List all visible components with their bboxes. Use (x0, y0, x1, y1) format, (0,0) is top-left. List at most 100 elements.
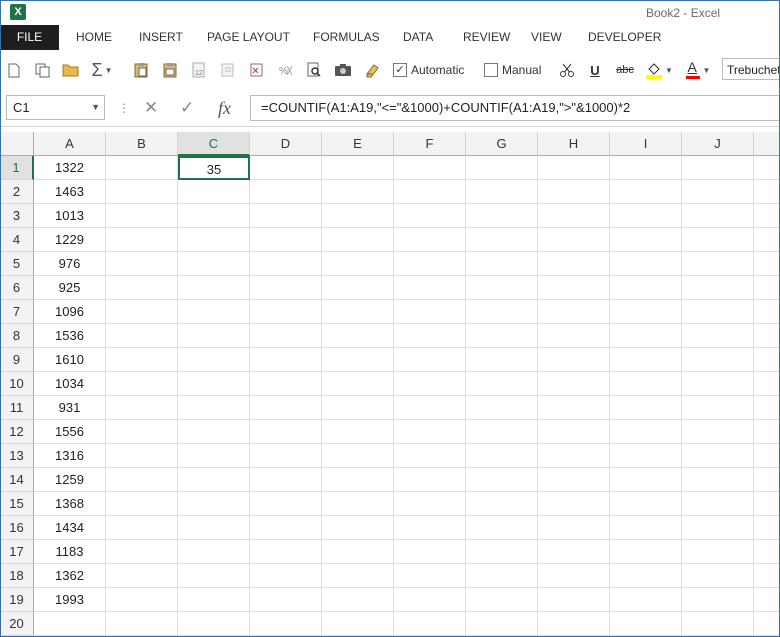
cell-a20[interactable] (34, 612, 106, 636)
cell-j17[interactable] (682, 540, 754, 564)
tab-page-layout[interactable]: PAGE LAYOUT (207, 25, 290, 50)
row-header-12[interactable]: 12 (0, 420, 34, 444)
open-folder-icon[interactable] (61, 61, 79, 79)
cell-b11[interactable] (106, 396, 178, 420)
column-header-c[interactable]: C (178, 132, 250, 156)
row-header-3[interactable]: 3 (0, 204, 34, 228)
cell-d2[interactable] (250, 180, 322, 204)
cell-i8[interactable] (610, 324, 682, 348)
cell-d12[interactable] (250, 420, 322, 444)
cell-h10[interactable] (538, 372, 610, 396)
cell-c20[interactable] (178, 612, 250, 636)
cell-g8[interactable] (466, 324, 538, 348)
row-header-6[interactable]: 6 (0, 276, 34, 300)
copy-icon[interactable] (33, 61, 51, 79)
cell-e7[interactable] (322, 300, 394, 324)
underline-icon[interactable]: U (586, 61, 604, 79)
cell-e6[interactable] (322, 276, 394, 300)
cell-k12[interactable] (754, 420, 780, 444)
column-header-a[interactable]: A (34, 132, 106, 156)
cell-h14[interactable] (538, 468, 610, 492)
row-header-14[interactable]: 14 (0, 468, 34, 492)
cell-k10[interactable] (754, 372, 780, 396)
formula-input[interactable]: =COUNTIF(A1:A19,"<="&1000)+COUNTIF(A1:A1… (250, 95, 780, 121)
cell-e1[interactable] (322, 156, 394, 180)
cell-c1[interactable]: 35 (178, 156, 250, 180)
cell-f5[interactable] (394, 252, 466, 276)
cell-h5[interactable] (538, 252, 610, 276)
cell-h18[interactable] (538, 564, 610, 588)
cell-i16[interactable] (610, 516, 682, 540)
cell-d19[interactable] (250, 588, 322, 612)
cell-c14[interactable] (178, 468, 250, 492)
cell-j15[interactable] (682, 492, 754, 516)
cell-i10[interactable] (610, 372, 682, 396)
row-header-20[interactable]: 20 (0, 612, 34, 636)
cell-g6[interactable] (466, 276, 538, 300)
row-header-7[interactable]: 7 (0, 300, 34, 324)
cell-j12[interactable] (682, 420, 754, 444)
cell-f3[interactable] (394, 204, 466, 228)
cell-b7[interactable] (106, 300, 178, 324)
cell-c3[interactable] (178, 204, 250, 228)
cell-d6[interactable] (250, 276, 322, 300)
cell-e12[interactable] (322, 420, 394, 444)
autosum-icon[interactable]: Σ ▼ (90, 60, 114, 80)
font-color-icon[interactable]: A ▼ (684, 59, 712, 79)
cell-e8[interactable] (322, 324, 394, 348)
row-header-10[interactable]: 10 (0, 372, 34, 396)
cell-f18[interactable] (394, 564, 466, 588)
row-header-19[interactable]: 19 (0, 588, 34, 612)
cell-i2[interactable] (610, 180, 682, 204)
tab-data[interactable]: DATA (403, 25, 433, 50)
cell-k9[interactable] (754, 348, 780, 372)
cell-i7[interactable] (610, 300, 682, 324)
cell-c6[interactable] (178, 276, 250, 300)
enter-icon[interactable]: ✓ (180, 96, 194, 120)
cell-d1[interactable] (250, 156, 322, 180)
cell-k18[interactable] (754, 564, 780, 588)
cell-f16[interactable] (394, 516, 466, 540)
cell-g15[interactable] (466, 492, 538, 516)
cell-k20[interactable] (754, 612, 780, 636)
cell-h17[interactable] (538, 540, 610, 564)
paste-icon[interactable] (132, 61, 150, 79)
column-header-partial[interactable] (754, 132, 780, 156)
row-header-1[interactable]: 1 (0, 156, 34, 180)
cell-h16[interactable] (538, 516, 610, 540)
cell-i11[interactable] (610, 396, 682, 420)
paste-values-icon[interactable] (161, 61, 179, 79)
cell-b4[interactable] (106, 228, 178, 252)
cell-f6[interactable] (394, 276, 466, 300)
fill-color-icon[interactable]: ▼ (645, 61, 673, 79)
cell-f4[interactable] (394, 228, 466, 252)
cell-c8[interactable] (178, 324, 250, 348)
select-all-corner[interactable] (0, 132, 34, 156)
automatic-checkbox[interactable]: ✓ (393, 63, 407, 77)
cell-h6[interactable] (538, 276, 610, 300)
cell-k15[interactable] (754, 492, 780, 516)
column-header-b[interactable]: B (106, 132, 178, 156)
cell-f8[interactable] (394, 324, 466, 348)
new-document-icon[interactable] (5, 61, 23, 79)
cell-b6[interactable] (106, 276, 178, 300)
cell-a8[interactable]: 1536 (34, 324, 106, 348)
cell-d20[interactable] (250, 612, 322, 636)
cell-d18[interactable] (250, 564, 322, 588)
cell-j14[interactable] (682, 468, 754, 492)
cell-j9[interactable] (682, 348, 754, 372)
cell-a12[interactable]: 1556 (34, 420, 106, 444)
cell-g2[interactable] (466, 180, 538, 204)
cell-e15[interactable] (322, 492, 394, 516)
cell-g9[interactable] (466, 348, 538, 372)
cell-i13[interactable] (610, 444, 682, 468)
cell-g5[interactable] (466, 252, 538, 276)
percent-format-icon[interactable]: % (277, 61, 295, 79)
cell-e14[interactable] (322, 468, 394, 492)
row-header-16[interactable]: 16 (0, 516, 34, 540)
cell-d17[interactable] (250, 540, 322, 564)
cell-k4[interactable] (754, 228, 780, 252)
cell-c2[interactable] (178, 180, 250, 204)
cell-h2[interactable] (538, 180, 610, 204)
cut-icon[interactable] (558, 61, 576, 79)
